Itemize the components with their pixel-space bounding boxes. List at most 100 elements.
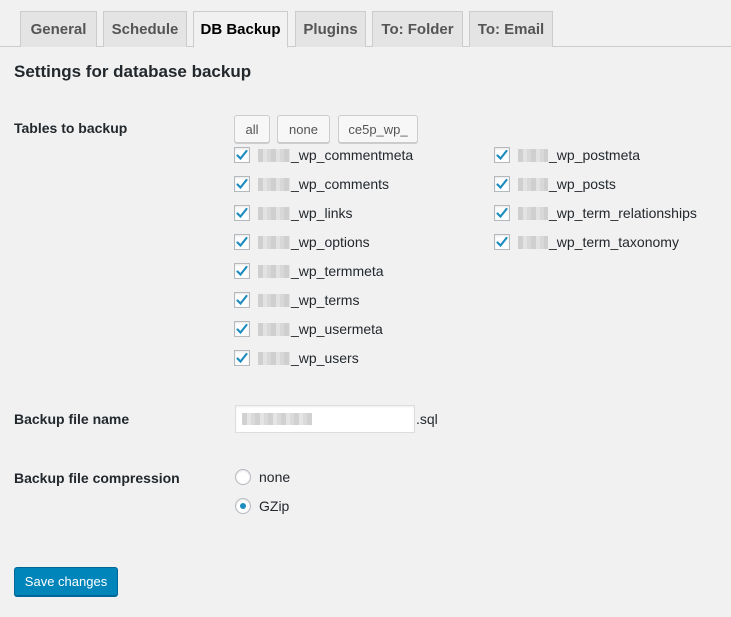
table-checkbox-row[interactable]: _wp_posts (494, 174, 616, 194)
tab-label: To: Email (477, 21, 545, 38)
tab-label: Plugins (303, 21, 358, 38)
tab-bar: General Schedule DB Backup Plugins To: F… (0, 0, 731, 48)
checkbox[interactable] (494, 205, 510, 221)
tab-label: To: Folder (381, 21, 454, 38)
tab-to-email[interactable]: To: Email (469, 11, 553, 47)
redacted-prefix (258, 264, 290, 278)
checkbox[interactable] (234, 205, 250, 221)
checkbox[interactable] (234, 292, 250, 308)
table-name: _wp_links (258, 205, 352, 221)
checkmark-icon (496, 178, 508, 190)
checkbox[interactable] (494, 176, 510, 192)
redacted-prefix (518, 235, 548, 249)
table-name: _wp_users (258, 350, 359, 366)
checkbox[interactable] (234, 147, 250, 163)
redacted-prefix (258, 235, 290, 249)
table-name: _wp_term_taxonomy (518, 234, 679, 250)
checkbox[interactable] (234, 350, 250, 366)
tab-to-folder[interactable]: To: Folder (372, 11, 463, 47)
tab-plugins[interactable]: Plugins (295, 11, 366, 47)
table-suffix: _wp_commentmeta (291, 147, 414, 163)
redacted-prefix (258, 177, 290, 191)
select-all-button[interactable]: all (234, 115, 270, 143)
redacted-prefix (258, 148, 290, 162)
select-prefix-button[interactable]: ce5p_wp_ (338, 115, 418, 143)
table-name: _wp_term_relationships (518, 205, 697, 221)
tab-general[interactable]: General (20, 11, 97, 47)
radio-selected-dot (240, 503, 246, 509)
table-checkbox-row[interactable]: _wp_comments (234, 174, 389, 194)
table-checkbox-row[interactable]: _wp_term_taxonomy (494, 232, 679, 252)
table-suffix: _wp_usermeta (291, 321, 383, 337)
table-suffix: _wp_term_relationships (549, 205, 697, 221)
radio-label: none (259, 469, 291, 485)
table-checkbox-row[interactable]: _wp_terms (234, 290, 359, 310)
table-name: _wp_termmeta (258, 263, 384, 279)
table-checkbox-row[interactable]: _wp_term_relationships (494, 203, 697, 223)
checkmark-icon (236, 236, 248, 248)
table-suffix: _wp_posts (549, 176, 616, 192)
section-title: Settings for database backup (14, 62, 252, 81)
redacted-prefix (518, 177, 548, 191)
table-name: _wp_options (258, 234, 370, 250)
table-suffix: _wp_term_taxonomy (549, 234, 679, 250)
radio-gzip[interactable] (235, 498, 251, 514)
checkmark-icon (236, 149, 248, 161)
table-checkbox-row[interactable]: _wp_links (234, 203, 352, 223)
table-checkbox-row[interactable]: _wp_postmeta (494, 145, 640, 165)
tab-label: General (30, 21, 87, 38)
table-checkbox-row[interactable]: _wp_commentmeta (234, 145, 413, 165)
table-suffix: _wp_termmeta (291, 263, 384, 279)
table-suffix: _wp_links (291, 205, 353, 221)
table-suffix: _wp_terms (291, 292, 360, 308)
tab-label: DB Backup (200, 21, 281, 38)
checkmark-icon (236, 178, 248, 190)
select-none-button[interactable]: none (277, 115, 330, 143)
table-name: _wp_postmeta (518, 147, 640, 163)
checkmark-icon (236, 323, 248, 335)
checkmark-icon (236, 294, 248, 306)
file-name-label: Backup file name (14, 411, 130, 427)
table-checkbox-row[interactable]: _wp_options (234, 232, 370, 252)
radio-label: GZip (259, 498, 290, 514)
redacted-prefix (258, 322, 290, 336)
table-checkbox-row[interactable]: _wp_termmeta (234, 261, 384, 281)
checkmark-icon (496, 149, 508, 161)
file-extension-suffix: .sql (416, 411, 438, 427)
checkmark-icon (496, 236, 508, 248)
checkmark-icon (236, 207, 248, 219)
tab-db-backup[interactable]: DB Backup (193, 11, 288, 48)
checkbox[interactable] (234, 176, 250, 192)
table-name: _wp_comments (258, 176, 389, 192)
table-suffix: _wp_options (291, 234, 370, 250)
table-suffix: _wp_comments (291, 176, 390, 192)
checkbox[interactable] (234, 263, 250, 279)
checkmark-icon (236, 352, 248, 364)
checkbox[interactable] (494, 147, 510, 163)
tab-schedule[interactable]: Schedule (103, 11, 187, 47)
table-name: _wp_terms (258, 292, 359, 308)
checkmark-icon (496, 207, 508, 219)
table-checkbox-row[interactable]: _wp_users (234, 348, 359, 368)
redacted-prefix (258, 206, 290, 220)
radio-none[interactable] (235, 469, 251, 485)
file-name-input[interactable] (235, 405, 415, 433)
table-suffix: _wp_users (291, 350, 359, 366)
save-changes-button[interactable]: Save changes (14, 567, 118, 596)
table-name: _wp_commentmeta (258, 147, 413, 163)
checkbox[interactable] (234, 234, 250, 250)
checkbox[interactable] (234, 321, 250, 337)
compression-label: Backup file compression (14, 470, 180, 486)
redacted-file-name (242, 413, 312, 425)
compression-option-none[interactable]: none (235, 467, 290, 487)
compression-option-gzip[interactable]: GZip (235, 496, 289, 516)
table-name: _wp_posts (518, 176, 616, 192)
table-checkbox-row[interactable]: _wp_usermeta (234, 319, 383, 339)
redacted-prefix (258, 293, 290, 307)
redacted-prefix (518, 148, 548, 162)
checkbox[interactable] (494, 234, 510, 250)
table-suffix: _wp_postmeta (549, 147, 641, 163)
redacted-prefix (518, 206, 548, 220)
checkmark-icon (236, 265, 248, 277)
tables-label: Tables to backup (14, 120, 128, 136)
